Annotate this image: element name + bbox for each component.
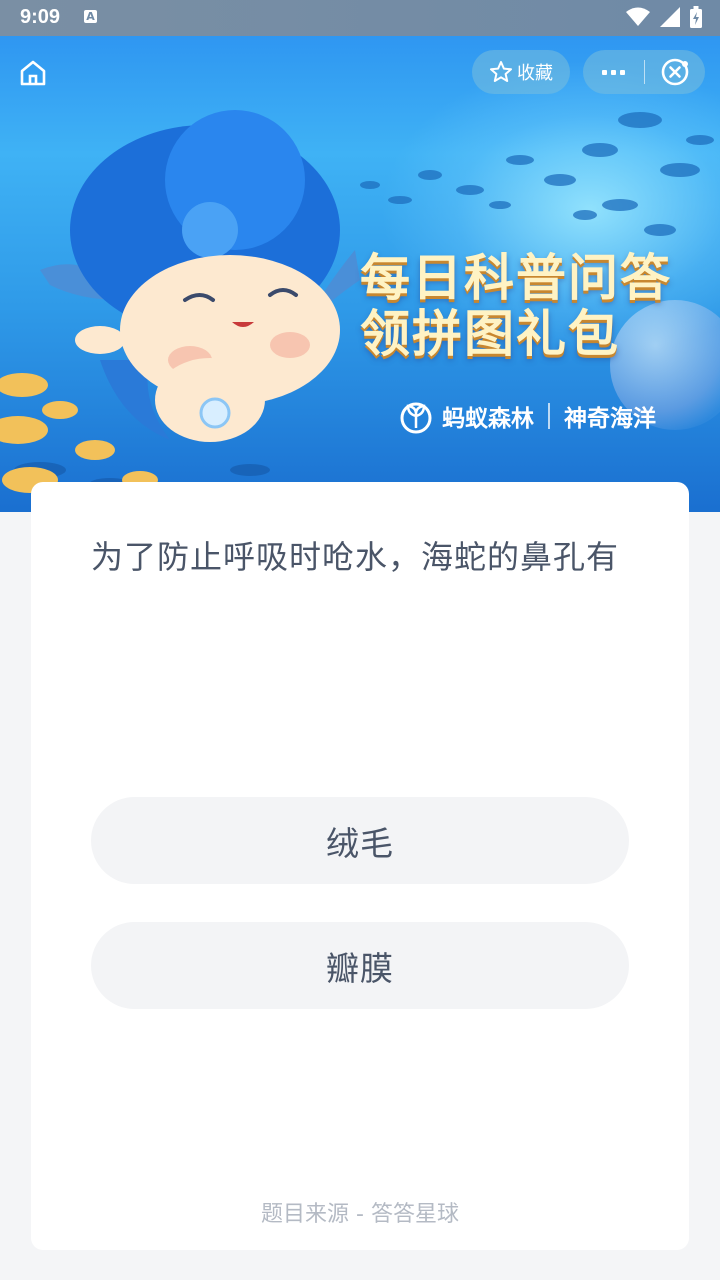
option-button[interactable]: 绒毛 bbox=[91, 797, 629, 884]
home-icon bbox=[20, 60, 46, 86]
brand-right: 神奇海洋 bbox=[564, 406, 656, 432]
question-source: 题目来源 - 答答星球 bbox=[261, 1202, 459, 1227]
quiz-card: 为了防止呼吸时呛水，海蛇的鼻孔有 绒毛 瓣膜 题目来源 - 答答星球 bbox=[31, 482, 689, 1250]
mini-program-capsule bbox=[583, 50, 705, 94]
notification-icon: A bbox=[84, 10, 97, 23]
banner-title-line2: 领拼图礼包 bbox=[360, 305, 620, 363]
close-mini-program-icon bbox=[661, 58, 689, 86]
close-button[interactable] bbox=[645, 50, 706, 94]
status-bar: 9:09 A bbox=[0, 0, 720, 36]
status-time: 9:09 bbox=[20, 6, 61, 28]
question-text: 为了防止呼吸时呛水，海蛇的鼻孔有 bbox=[91, 538, 620, 576]
brand-divider bbox=[548, 403, 550, 429]
signal-icon bbox=[660, 7, 680, 27]
more-icon bbox=[601, 69, 625, 75]
home-button[interactable] bbox=[18, 58, 48, 88]
status-icons bbox=[626, 6, 702, 28]
brand-left: 蚂蚁森林 bbox=[442, 406, 534, 432]
option-label: 瓣膜 bbox=[326, 948, 394, 988]
option-button[interactable]: 瓣膜 bbox=[91, 922, 629, 1009]
sprout-icon bbox=[400, 402, 432, 434]
battery-icon bbox=[690, 6, 702, 28]
star-icon bbox=[490, 61, 512, 82]
banner-brand-row: 蚂蚁森林 神奇海洋 bbox=[398, 398, 656, 434]
favorite-label: 收藏 bbox=[517, 63, 553, 84]
favorite-button[interactable]: 收藏 bbox=[472, 50, 570, 94]
wifi-icon bbox=[626, 7, 650, 26]
more-button[interactable] bbox=[583, 50, 644, 94]
option-label: 绒毛 bbox=[326, 823, 394, 863]
